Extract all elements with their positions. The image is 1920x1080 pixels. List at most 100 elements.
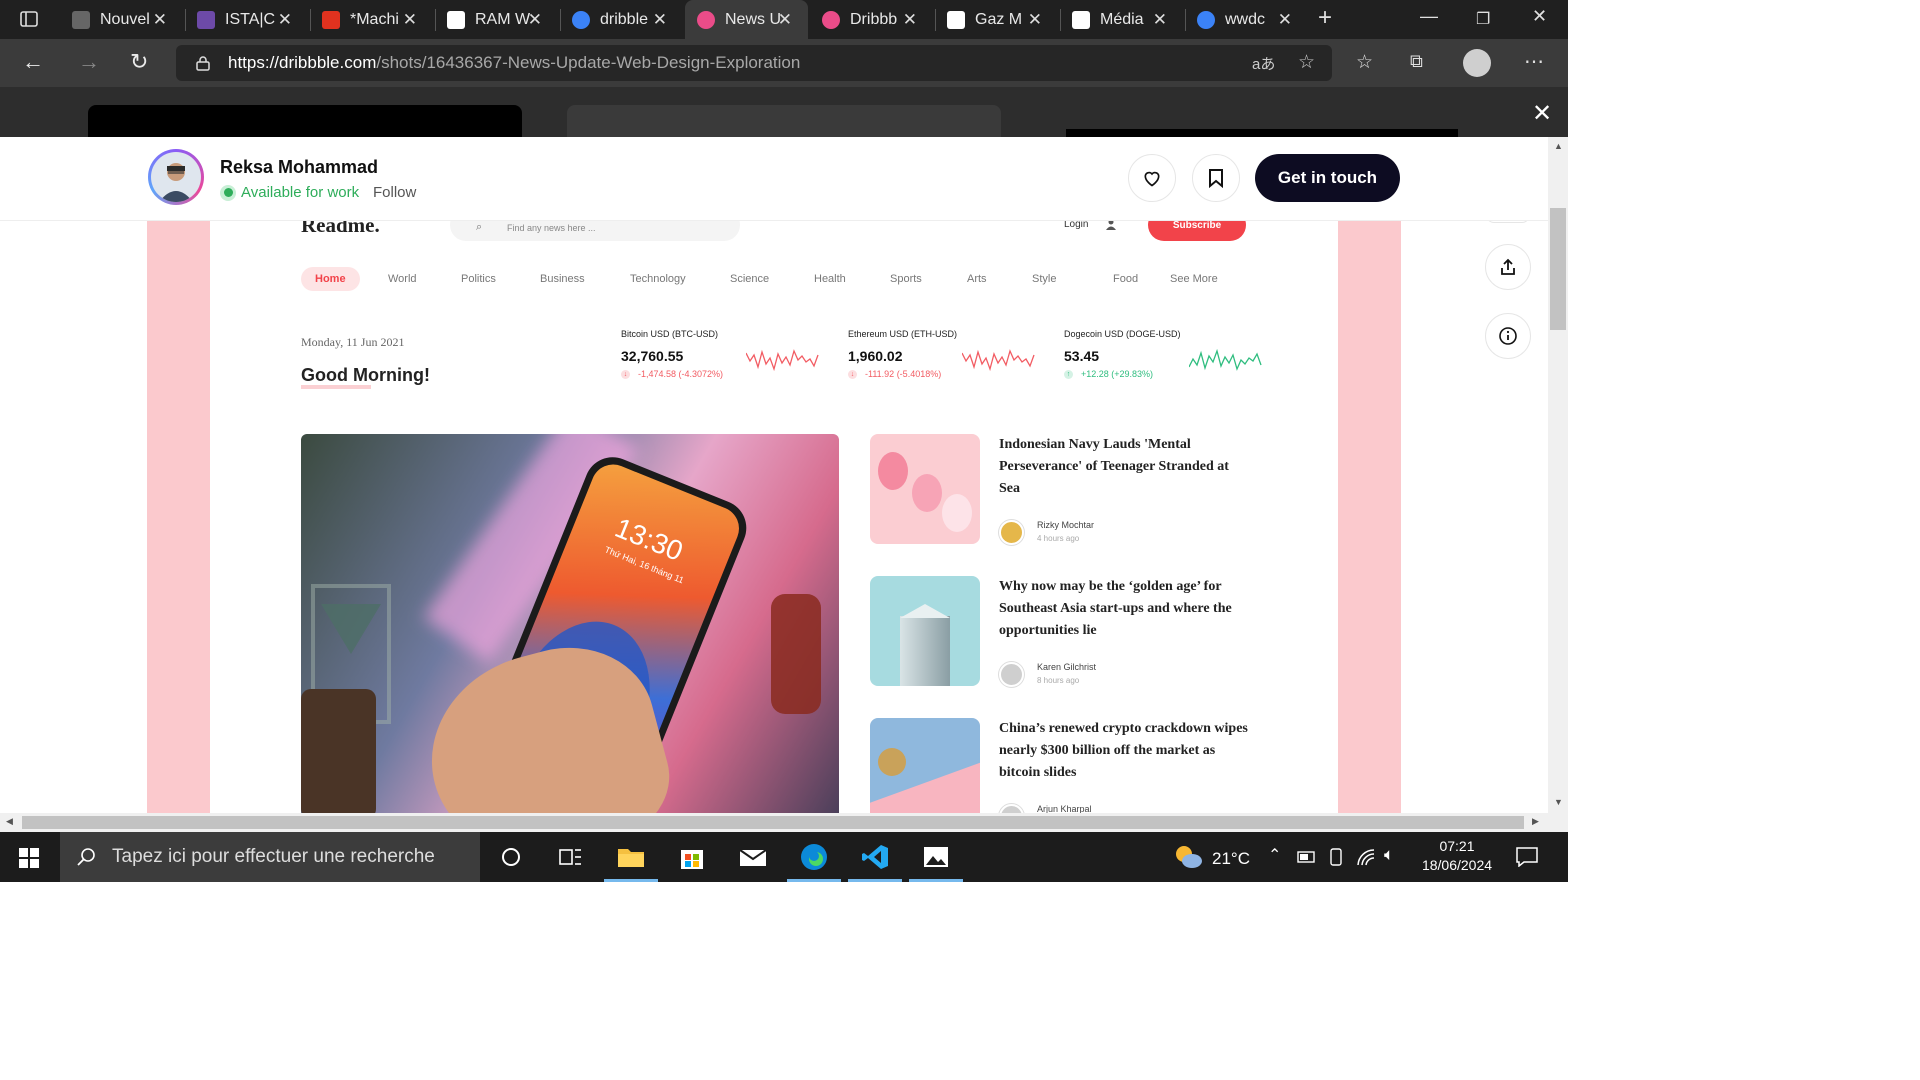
crypto-name: Bitcoin USD (BTC-USD) [621,329,719,339]
site-date: Monday, 11 Jun 2021 [301,335,405,349]
close-tab-icon[interactable]: ✕ [1028,10,1042,30]
share-button[interactable] [1485,244,1531,290]
vscode-icon[interactable] [848,842,902,882]
cortana-icon[interactable] [496,842,526,872]
lock-icon[interactable] [196,55,210,71]
follow-link[interactable]: Follow [373,184,416,201]
browser-tab[interactable]: *Machi ✕ [310,0,433,39]
get-in-touch-button[interactable]: Get in touch [1255,154,1400,202]
windows-start-icon[interactable] [19,848,39,868]
article-author: Karen Gilchrist [1037,662,1097,672]
close-modal-button[interactable]: ✕ [1532,99,1552,128]
article-title: Indonesian Navy Lauds 'Mental Perseveran… [999,437,1229,496]
browser-tab[interactable]: News U ✕ [685,0,808,39]
pdf-icon [322,10,340,29]
close-tab-icon[interactable]: ✕ [403,10,417,30]
close-tab-icon[interactable]: ✕ [153,10,167,30]
new-tab-button[interactable]: + [1318,4,1332,32]
author-avatar [999,662,1024,687]
article-thumbnail [870,718,980,813]
file-explorer-icon[interactable] [604,842,658,882]
minimize-button[interactable]: — [1420,6,1438,27]
taskbar-search[interactable]: Tapez ici pour effectuer une recherche [60,832,480,882]
crypto-name: Dogecoin USD (DOGE-USD) [1064,329,1181,339]
avatar[interactable] [148,149,204,205]
weather-temperature[interactable]: 21°C [1212,849,1250,869]
site-nav-item: Science [730,273,770,285]
weather-icon[interactable] [1172,842,1204,870]
task-view-icon[interactable] [555,842,585,872]
site-logo: Readme. [301,221,380,237]
info-button[interactable] [1485,313,1531,359]
translate-icon[interactable]: aあ [1252,53,1275,74]
browser-tab[interactable]: ISTA|C ✕ [185,0,308,39]
article-thumbnail [870,434,980,544]
save-button[interactable] [1192,154,1240,202]
search-icon [572,10,590,29]
close-tab-icon[interactable]: ✕ [778,10,792,30]
url-domain: https://dribbble.com [228,53,377,72]
clock-time: 07:21 [1439,838,1475,854]
dribbble-icon [697,10,715,29]
author-avatar [999,804,1024,813]
search-icon [1197,10,1215,29]
mail-icon[interactable] [738,842,768,872]
close-tab-icon[interactable]: ✕ [1278,10,1292,30]
url-path: /shots/16436367-News-Update-Web-Design-E… [376,53,801,72]
browser-tab[interactable]: Dribbb ✕ [810,0,933,39]
close-tab-icon[interactable]: ✕ [1153,10,1167,30]
tab-actions-icon[interactable] [20,10,38,28]
edge-browser-icon[interactable] [787,842,841,882]
site-nav-item: See More [1170,273,1218,285]
forward-button[interactable]: → [78,49,100,75]
volume-icon[interactable]: 🔈︎ [1384,845,1394,865]
restore-button[interactable]: ❐ [1476,9,1490,29]
favorites-icon[interactable]: ☆ [1356,51,1373,74]
crypto-ticker: Ethereum USD (ETH-USD) 1,960.02 ↓ -111.9… [848,329,1063,389]
horizontal-scrollbar[interactable]: ◀ ▶ [0,813,1568,832]
photos-icon[interactable] [909,842,963,882]
ram-icon [447,10,465,29]
browser-tab[interactable]: wwdc ✕ [1185,0,1308,39]
profile-avatar[interactable] [1463,49,1491,77]
article-title: China’s renewed crypto crackdown wipes n… [999,721,1248,780]
close-tab-icon[interactable]: ✕ [903,10,917,30]
close-tab-icon[interactable]: ✕ [278,10,292,30]
greeting-underline [301,385,371,389]
add-favorite-icon[interactable]: ☆ [1298,51,1315,74]
scroll-thumb[interactable] [1550,208,1566,330]
eye-icon [947,10,965,29]
battery-icon[interactable] [1297,851,1317,863]
close-tab-icon[interactable]: ✕ [653,10,667,30]
tab-strip: Nouvel ✕ ISTA|C ✕ *Machi ✕ RAM W ✕ dribb… [0,0,1568,39]
notifications-icon[interactable] [1516,847,1538,867]
taskbar: Tapez ici pour effectuer une recherche 2… [0,832,1568,882]
close-window-button[interactable]: ✕ [1532,6,1547,27]
chevron-up-icon[interactable]: ⌃ [1268,845,1281,865]
vertical-scrollbar[interactable]: ▲ ▼ [1548,137,1568,813]
more-menu-icon[interactable]: ⋯ [1524,49,1544,74]
article-author: Arjun Kharpal [1037,804,1092,813]
designer-name[interactable]: Reksa Mohammad [220,157,378,178]
refresh-button[interactable]: ↻ [130,49,148,75]
browser-tab[interactable]: RAM W ✕ [435,0,558,39]
back-button[interactable]: ← [22,49,44,75]
browser-tab[interactable]: Nouvel ✕ [60,0,183,39]
collections-icon[interactable]: ⧉ [1410,51,1423,72]
address-toolbar: ← → ↻ https://dribbble.com/shots/1643636… [0,39,1568,87]
crypto-change: -111.92 (-5.4018%) [865,369,942,379]
browser-tab[interactable]: Gaz M ✕ [935,0,1058,39]
designer-header: Reksa Mohammad Available for work Follow… [0,137,1548,221]
browser-tab[interactable]: dribble ✕ [560,0,683,39]
wifi-icon[interactable] [1356,848,1376,866]
device-icon[interactable] [1329,848,1343,866]
close-tab-icon[interactable]: ✕ [528,10,542,30]
site-nav-item: Sports [890,273,922,285]
browser-tab[interactable]: Média ✕ [1060,0,1183,39]
url-bar[interactable]: https://dribbble.com/shots/16436367-News… [176,45,1332,81]
crypto-ticker: Dogecoin USD (DOGE-USD) 53.45 ↑ +12.28 (… [1064,329,1279,389]
store-icon[interactable] [677,842,707,872]
like-button[interactable] [1128,154,1176,202]
clock[interactable]: 07:21 18/06/2024 [1420,838,1494,873]
scroll-thumb[interactable] [22,816,1524,829]
